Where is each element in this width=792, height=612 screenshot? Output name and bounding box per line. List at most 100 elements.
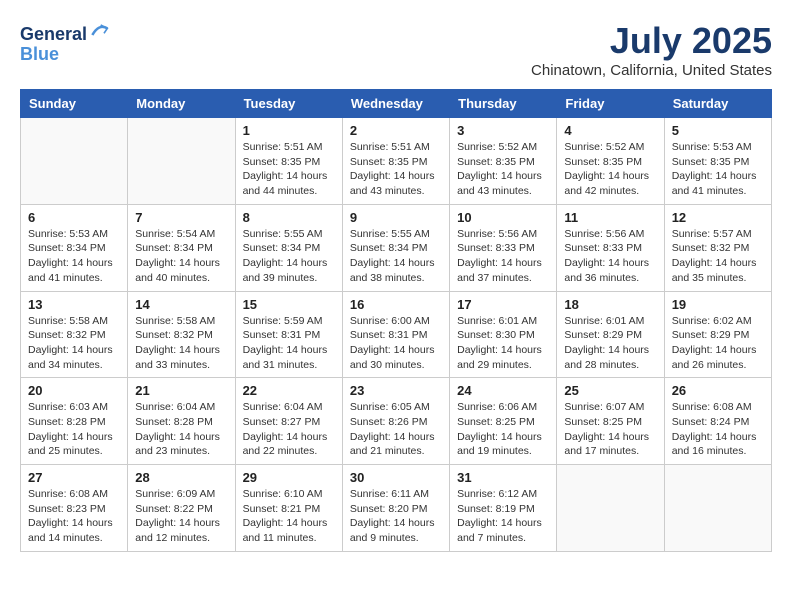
- day-number: 20: [28, 383, 120, 398]
- calendar-table: SundayMondayTuesdayWednesdayThursdayFrid…: [20, 89, 772, 552]
- day-info: Sunrise: 5:57 AMSunset: 8:32 PMDaylight:…: [672, 227, 764, 286]
- day-number: 16: [350, 297, 442, 312]
- day-info: Sunrise: 6:08 AMSunset: 8:23 PMDaylight:…: [28, 487, 120, 546]
- day-number: 25: [564, 383, 656, 398]
- day-number: 11: [564, 210, 656, 225]
- calendar-cell: 1 Sunrise: 5:51 AMSunset: 8:35 PMDaylight…: [235, 118, 342, 205]
- day-info: Sunrise: 6:05 AMSunset: 8:26 PMDaylight:…: [350, 400, 442, 459]
- day-info: Sunrise: 5:58 AMSunset: 8:32 PMDaylight:…: [28, 314, 120, 373]
- day-number: 19: [672, 297, 764, 312]
- month-title: July 2025: [531, 20, 772, 62]
- day-number: 6: [28, 210, 120, 225]
- calendar-cell: 26 Sunrise: 6:08 AMSunset: 8:24 PMDayligh…: [664, 378, 771, 465]
- calendar-cell: 25 Sunrise: 6:07 AMSunset: 8:25 PMDayligh…: [557, 378, 664, 465]
- day-number: 1: [243, 123, 335, 138]
- day-number: 7: [135, 210, 227, 225]
- calendar-cell: 10Sunrise: 5:56 AMSunset: 8:33 PMDayligh…: [450, 204, 557, 291]
- day-number: 9: [350, 210, 442, 225]
- calendar-cell: 6 Sunrise: 5:53 AMSunset: 8:34 PMDaylight…: [21, 204, 128, 291]
- weekday-header-wednesday: Wednesday: [342, 90, 449, 118]
- calendar-cell: 3 Sunrise: 5:52 AMSunset: 8:35 PMDaylight…: [450, 118, 557, 205]
- day-number: 14: [135, 297, 227, 312]
- logo: General Blue: [20, 20, 109, 65]
- day-number: 5: [672, 123, 764, 138]
- day-number: 15: [243, 297, 335, 312]
- calendar-cell: 18 Sunrise: 6:01 AMSunset: 8:29 PMDayligh…: [557, 291, 664, 378]
- calendar-cell: [128, 118, 235, 205]
- calendar-cell: 23 Sunrise: 6:05 AMSunset: 8:26 PMDayligh…: [342, 378, 449, 465]
- calendar-cell: 22Sunrise: 6:04 AMSunset: 8:27 PMDayligh…: [235, 378, 342, 465]
- calendar-cell: [557, 465, 664, 552]
- day-number: 24: [457, 383, 549, 398]
- calendar-cell: [664, 465, 771, 552]
- day-info: Sunrise: 5:51 AMSunset: 8:35 PMDaylight:…: [243, 140, 335, 199]
- day-info: Sunrise: 6:09 AMSunset: 8:22 PMDaylight:…: [135, 487, 227, 546]
- logo-icon: [89, 20, 109, 40]
- week-row-4: 20 Sunrise: 6:03 AMSunset: 8:28 PMDayligh…: [21, 378, 772, 465]
- day-info: Sunrise: 6:10 AMSunset: 8:21 PMDaylight:…: [243, 487, 335, 546]
- day-number: 12: [672, 210, 764, 225]
- calendar-cell: [21, 118, 128, 205]
- day-info: Sunrise: 5:59 AMSunset: 8:31 PMDaylight:…: [243, 314, 335, 373]
- day-info: Sunrise: 6:04 AMSunset: 8:28 PMDaylight:…: [135, 400, 227, 459]
- day-info: Sunrise: 6:01 AMSunset: 8:30 PMDaylight:…: [457, 314, 549, 373]
- day-number: 10: [457, 210, 549, 225]
- day-number: 8: [243, 210, 335, 225]
- day-number: 18: [564, 297, 656, 312]
- day-number: 13: [28, 297, 120, 312]
- calendar-cell: 14Sunrise: 5:58 AMSunset: 8:32 PMDayligh…: [128, 291, 235, 378]
- day-info: Sunrise: 6:04 AMSunset: 8:27 PMDaylight:…: [243, 400, 335, 459]
- calendar-cell: 20 Sunrise: 6:03 AMSunset: 8:28 PMDayligh…: [21, 378, 128, 465]
- location: Chinatown, California, United States: [531, 62, 772, 79]
- day-number: 31: [457, 470, 549, 485]
- day-info: Sunrise: 6:01 AMSunset: 8:29 PMDaylight:…: [564, 314, 656, 373]
- calendar-cell: 31Sunrise: 6:12 AMSunset: 8:19 PMDayligh…: [450, 465, 557, 552]
- week-row-2: 6 Sunrise: 5:53 AMSunset: 8:34 PMDaylight…: [21, 204, 772, 291]
- calendar-cell: 4Sunrise: 5:52 AMSunset: 8:35 PMDaylight…: [557, 118, 664, 205]
- day-info: Sunrise: 5:51 AMSunset: 8:35 PMDaylight:…: [350, 140, 442, 199]
- day-info: Sunrise: 6:03 AMSunset: 8:28 PMDaylight:…: [28, 400, 120, 459]
- calendar-cell: 28 Sunrise: 6:09 AMSunset: 8:22 PMDayligh…: [128, 465, 235, 552]
- day-info: Sunrise: 5:53 AMSunset: 8:34 PMDaylight:…: [28, 227, 120, 286]
- calendar-cell: 11 Sunrise: 5:56 AMSunset: 8:33 PMDayligh…: [557, 204, 664, 291]
- day-info: Sunrise: 6:07 AMSunset: 8:25 PMDaylight:…: [564, 400, 656, 459]
- day-number: 17: [457, 297, 549, 312]
- day-number: 27: [28, 470, 120, 485]
- day-info: Sunrise: 6:11 AMSunset: 8:20 PMDaylight:…: [350, 487, 442, 546]
- weekday-header-monday: Monday: [128, 90, 235, 118]
- day-number: 28: [135, 470, 227, 485]
- calendar-cell: 17 Sunrise: 6:01 AMSunset: 8:30 PMDayligh…: [450, 291, 557, 378]
- calendar-cell: 5 Sunrise: 5:53 AMSunset: 8:35 PMDaylight…: [664, 118, 771, 205]
- calendar-cell: 21 Sunrise: 6:04 AMSunset: 8:28 PMDayligh…: [128, 378, 235, 465]
- calendar-cell: 27 Sunrise: 6:08 AMSunset: 8:23 PMDayligh…: [21, 465, 128, 552]
- day-info: Sunrise: 6:00 AMSunset: 8:31 PMDaylight:…: [350, 314, 442, 373]
- day-info: Sunrise: 5:52 AMSunset: 8:35 PMDaylight:…: [457, 140, 549, 199]
- day-number: 23: [350, 383, 442, 398]
- calendar-cell: 24 Sunrise: 6:06 AMSunset: 8:25 PMDayligh…: [450, 378, 557, 465]
- day-info: Sunrise: 5:55 AMSunset: 8:34 PMDaylight:…: [243, 227, 335, 286]
- day-number: 3: [457, 123, 549, 138]
- logo-blue-text: Blue: [20, 45, 109, 65]
- day-info: Sunrise: 5:53 AMSunset: 8:35 PMDaylight:…: [672, 140, 764, 199]
- calendar-cell: 29 Sunrise: 6:10 AMSunset: 8:21 PMDayligh…: [235, 465, 342, 552]
- day-number: 29: [243, 470, 335, 485]
- day-number: 26: [672, 383, 764, 398]
- calendar-cell: 8 Sunrise: 5:55 AMSunset: 8:34 PMDaylight…: [235, 204, 342, 291]
- day-number: 30: [350, 470, 442, 485]
- day-number: 4: [564, 123, 656, 138]
- weekday-header-friday: Friday: [557, 90, 664, 118]
- day-info: Sunrise: 5:56 AMSunset: 8:33 PMDaylight:…: [564, 227, 656, 286]
- week-row-1: 1 Sunrise: 5:51 AMSunset: 8:35 PMDaylight…: [21, 118, 772, 205]
- calendar-cell: 15 Sunrise: 5:59 AMSunset: 8:31 PMDayligh…: [235, 291, 342, 378]
- day-info: Sunrise: 6:08 AMSunset: 8:24 PMDaylight:…: [672, 400, 764, 459]
- day-info: Sunrise: 6:06 AMSunset: 8:25 PMDaylight:…: [457, 400, 549, 459]
- weekday-header-tuesday: Tuesday: [235, 90, 342, 118]
- day-info: Sunrise: 5:54 AMSunset: 8:34 PMDaylight:…: [135, 227, 227, 286]
- title-block: July 2025 Chinatown, California, United …: [531, 20, 772, 79]
- calendar-cell: 7 Sunrise: 5:54 AMSunset: 8:34 PMDaylight…: [128, 204, 235, 291]
- weekday-header-saturday: Saturday: [664, 90, 771, 118]
- page-header: General Blue July 2025 Chinatown, Califo…: [20, 20, 772, 79]
- day-number: 21: [135, 383, 227, 398]
- week-row-3: 13 Sunrise: 5:58 AMSunset: 8:32 PMDayligh…: [21, 291, 772, 378]
- calendar-cell: 16 Sunrise: 6:00 AMSunset: 8:31 PMDayligh…: [342, 291, 449, 378]
